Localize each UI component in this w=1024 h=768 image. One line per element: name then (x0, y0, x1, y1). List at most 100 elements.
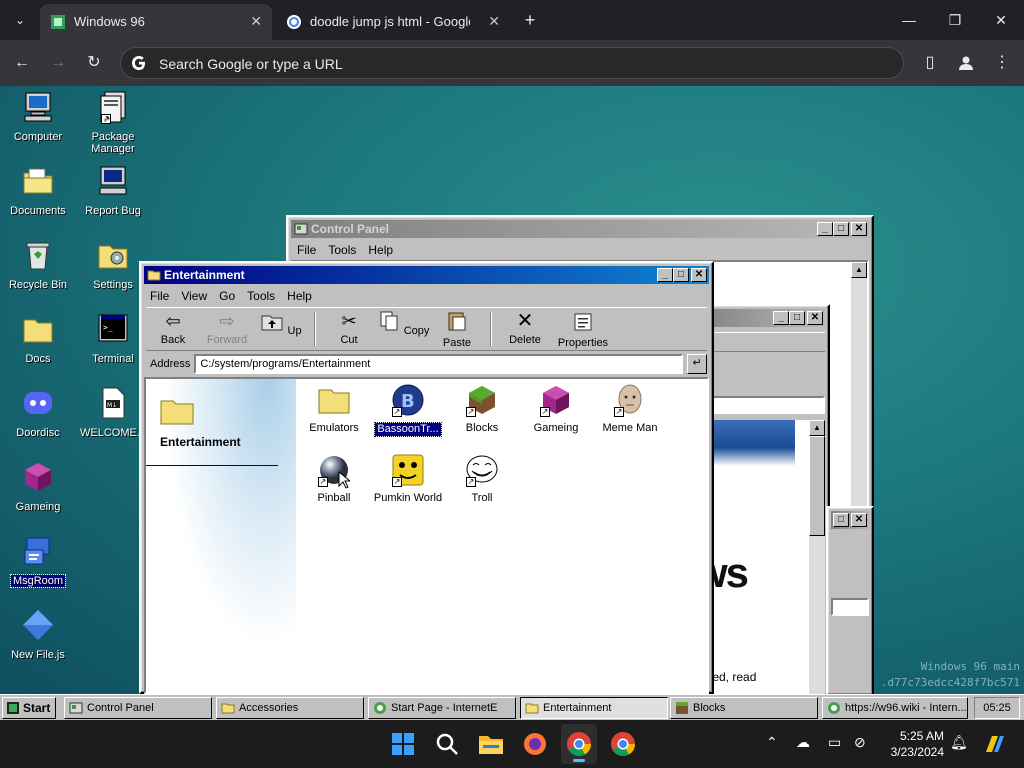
desktop-icon-computer[interactable]: Computer (0, 90, 76, 143)
ie-address-field[interactable] (695, 396, 825, 414)
profile-button[interactable] (954, 51, 978, 75)
system-clock[interactable]: 5:25 AM 3/23/2024 (884, 728, 944, 760)
minimize-window-button[interactable]: — (886, 0, 932, 40)
chrome-menu-button[interactable]: ⋮ (990, 51, 1014, 75)
address-label: Address (150, 358, 191, 370)
recycle-bin-icon (26, 242, 50, 270)
desktop-icon-msgroom[interactable]: MsgRoom (0, 534, 76, 588)
notification-bell-icon[interactable]: 🔔︎ (950, 734, 968, 751)
restore-window-button[interactable]: ❐ (932, 0, 978, 40)
blocks-titlebar[interactable]: □ ✕ (831, 511, 869, 529)
menu-view[interactable]: View (175, 289, 213, 303)
scroll-up-button[interactable]: ▲ (851, 262, 867, 278)
chevron-up-icon[interactable]: ⌃ (766, 734, 778, 751)
close-button[interactable]: ✕ (807, 311, 823, 325)
back-button[interactable]: ← (10, 51, 34, 75)
copy-button[interactable]: Copy (376, 308, 430, 350)
close-button[interactable]: ✕ (851, 513, 867, 527)
chevron-down-icon: ⌄ (14, 13, 26, 27)
windows-start-icon[interactable] (389, 730, 417, 758)
file-item-pinball[interactable]: ↗ Pinball (298, 453, 370, 504)
file-item-label: Blocks (465, 422, 499, 434)
menu-tools[interactable]: Tools (241, 289, 281, 303)
back-button[interactable]: ⇦ Back (146, 308, 200, 350)
address-go-button[interactable]: ↵ (687, 354, 707, 374)
close-button[interactable]: ✕ (851, 222, 867, 236)
maximize-button[interactable]: □ (673, 268, 689, 282)
close-button[interactable]: ✕ (691, 268, 707, 282)
maximize-button[interactable]: □ (833, 513, 849, 527)
scroll-up-button[interactable]: ▲ (809, 420, 825, 436)
copilot-icon[interactable] (980, 730, 1008, 758)
display-icon[interactable]: ▭ (828, 734, 841, 751)
ie-titlebar[interactable]: _ □ ✕ (695, 309, 825, 327)
taskbar-item-start-page[interactable]: Start Page - InternetE (368, 697, 516, 719)
paste-button[interactable]: Paste (430, 308, 484, 350)
desktop-icon-doordisc[interactable]: Doordisc (0, 386, 76, 439)
chrome-icon[interactable] (609, 730, 637, 758)
taskbar-item-control-panel[interactable]: Control Panel (64, 697, 212, 719)
minimize-button[interactable]: _ (657, 268, 673, 282)
forward-button[interactable]: → (46, 51, 70, 75)
taskbar-item-w96-wiki[interactable]: https://w96.wiki - Intern... (822, 697, 968, 719)
desktop-icon-package-manager[interactable]: ↗ Package Manager (75, 90, 151, 155)
new-tab-button[interactable]: + (518, 8, 542, 32)
close-window-button[interactable]: ✕ (978, 0, 1024, 40)
tab-doodle-jump-search[interactable]: doodle jump js html - Google S ✕ (276, 4, 510, 40)
menu-help[interactable]: Help (281, 289, 318, 303)
address-field[interactable]: C:/system/programs/Entertainment (194, 354, 684, 374)
reload-button[interactable]: ↻ (82, 51, 106, 75)
omnibox-input[interactable] (157, 54, 857, 74)
cloud-offline-icon[interactable]: ☁ (796, 734, 810, 751)
tab-windows-96[interactable]: Windows 96 ✕ (40, 4, 272, 40)
file-item-bassoontracker[interactable]: B ↗ BassoonTr... (372, 383, 444, 437)
explorer-titlebar[interactable]: Entertainment _ □ ✕ (144, 266, 709, 284)
desktop-icon-documents[interactable]: Documents (0, 164, 76, 217)
omnibox[interactable] (120, 47, 904, 79)
minimize-button[interactable]: _ (773, 311, 789, 325)
folder-icon (147, 270, 161, 281)
file-item-troll[interactable]: ↗ Troll (446, 453, 518, 504)
chrome-taskbar-active[interactable] (561, 724, 597, 764)
forward-button[interactable]: ⇨ Forward (200, 308, 254, 350)
minimize-button[interactable]: _ (817, 222, 833, 236)
close-tab-icon[interactable]: ✕ (250, 4, 262, 38)
side-panel-button[interactable]: ▯ (918, 51, 942, 75)
taskbar-item-blocks[interactable]: Blocks (670, 697, 818, 719)
delete-button[interactable]: ✕ Delete (498, 308, 552, 350)
maximize-button[interactable]: □ (789, 311, 805, 325)
search-icon[interactable] (433, 730, 461, 758)
tool-label: Properties (557, 337, 609, 349)
file-item-emulators[interactable]: Emulators (298, 383, 370, 434)
taskbar-item-accessories[interactable]: Accessories (216, 697, 364, 719)
menu-go[interactable]: Go (213, 289, 241, 303)
menu-help[interactable]: Help (362, 243, 399, 257)
file-explorer-icon[interactable] (477, 730, 505, 758)
scrollbar-vertical[interactable]: ▲ (809, 420, 825, 694)
desktop-icon-recycle-bin[interactable]: Recycle Bin (0, 238, 76, 291)
close-tab-icon[interactable]: ✕ (488, 4, 500, 38)
markdown-file-icon: M↓ (102, 387, 125, 419)
menu-file[interactable]: File (144, 289, 175, 303)
up-button[interactable]: Up (254, 308, 308, 350)
properties-button[interactable]: Properties (552, 308, 614, 350)
desktop-icon-new-file-js[interactable]: New File.js (0, 608, 76, 661)
cut-button[interactable]: ✂ Cut (322, 308, 376, 350)
control-panel-titlebar[interactable]: Control Panel _ □ ✕ (291, 220, 869, 238)
desktop-icon-report-bug[interactable]: Report Bug (75, 164, 151, 217)
network-sound-icon[interactable]: ⊘ (854, 734, 866, 751)
taskbar-item-entertainment[interactable]: Entertainment (520, 697, 668, 719)
tab-search-button[interactable]: ⌄ (8, 8, 32, 32)
menu-file[interactable]: File (291, 243, 322, 257)
file-item-blocks[interactable]: ↗ Blocks (446, 383, 518, 434)
maximize-button[interactable]: □ (833, 222, 849, 236)
file-item-meme-man[interactable]: ↗ Meme Man (594, 383, 666, 434)
file-item-pumkin-world[interactable]: ↗ Pumkin World (372, 453, 444, 504)
scroll-thumb[interactable] (809, 436, 825, 536)
file-item-gameing[interactable]: ↗ Gameing (520, 383, 592, 434)
start-button[interactable]: Start (2, 697, 56, 719)
firefox-icon[interactable] (521, 730, 549, 758)
menu-tools[interactable]: Tools (322, 243, 362, 257)
desktop-icon-gameing[interactable]: Gameing (0, 460, 76, 513)
desktop-icon-docs[interactable]: Docs (0, 312, 76, 365)
